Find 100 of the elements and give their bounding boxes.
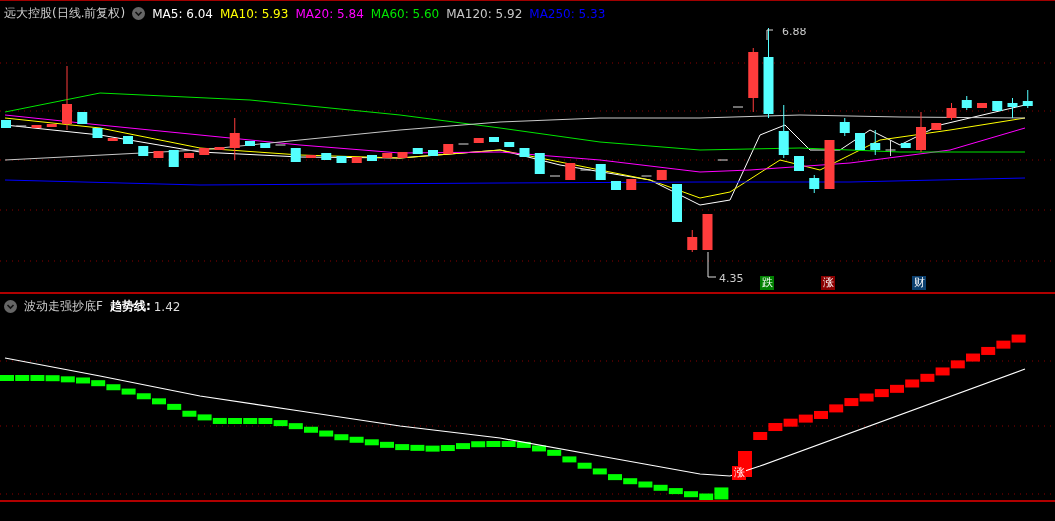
candlestick [504,142,515,147]
candlestick [107,138,118,141]
candlestick [885,139,896,157]
trend-bar [874,389,889,398]
candlestick [260,143,271,148]
trend-bar [768,423,783,432]
candlestick [534,153,545,174]
candlestick [748,47,759,113]
trend-bar [935,367,950,376]
candlestick [412,148,423,154]
candlestick [732,106,744,108]
candlestick [626,179,637,190]
candlestick [977,103,987,108]
indicator-value: MA250: 5.33 [529,6,606,21]
dropdown-icon[interactable] [132,7,146,20]
candlestick [489,137,499,142]
trend-bar [981,346,996,355]
candlestick [321,153,332,160]
candlestick [46,124,57,127]
candlestick [15,125,27,127]
candlestick [199,148,210,155]
candlestick [306,155,316,158]
candlestick [92,128,103,138]
candlestick [77,112,88,124]
trend-bar [920,373,935,382]
candlestick [245,141,255,146]
candlestick [992,101,1003,111]
trend-bar [859,393,874,402]
candlestick [351,157,362,163]
candlestick [290,148,301,162]
dropdown-icon[interactable] [4,300,17,313]
candlestick [961,95,972,111]
candlestick [336,156,347,163]
signal-tag: 涨 [821,276,835,290]
trend-bar [950,360,965,369]
candlestick [656,170,667,180]
candlestick [138,146,149,156]
candlestick [62,65,72,131]
candlestick [687,229,698,253]
trend-bar [890,384,904,393]
candlestick [794,156,804,171]
candlestick [1007,97,1018,119]
trend-bar [844,398,859,407]
candlestick [168,150,179,167]
candlestick [931,123,942,130]
indicator-value: MA60: 5.60 [370,6,440,21]
candlestick [870,129,881,156]
trend-line-label: 趋势线: [109,298,151,315]
indicator-value: MA5: 6.04 [152,6,213,21]
candlestick [580,169,591,171]
candlestick [367,155,377,161]
leader-line [766,29,774,41]
trend-bar [905,379,920,388]
leader-line [707,251,717,278]
trend-bar [966,353,980,362]
candlestick [458,143,469,145]
candlestick [778,104,789,159]
candlestick [900,143,911,148]
candlestick [428,150,438,156]
signal-tag: 涨 [732,466,746,480]
chart-title: 远大控股(日线.前复权) [4,5,126,22]
candlestick [153,151,164,158]
candlestick [275,144,286,146]
candlestick [214,147,225,150]
indicator-value: MA20: 5.84 [295,6,364,21]
candlestick [565,163,576,180]
candlestick [855,133,865,150]
candlestick [916,111,926,153]
trend-bar [783,418,798,427]
candlestick [519,148,530,157]
candlestick [946,102,957,121]
indicator-title: 波动走强抄底F [24,298,103,315]
candlestick [1,120,11,128]
candlestick [382,153,393,158]
candlestick [549,175,561,177]
candlestick [641,175,652,177]
trend-line-value: 1.42 [153,299,181,314]
candlestick [473,138,484,143]
indicator-value: MA120: 5.92 [446,6,523,21]
candlestick [702,214,713,250]
candlestick [229,117,240,161]
low-price-label: 4.35 [719,272,744,285]
candlestick [184,153,194,158]
candlestick [595,164,606,180]
candlestick [809,174,820,194]
candlestick [717,159,729,161]
candlestick [824,140,835,189]
trend-bar [814,410,828,419]
candlestick [31,125,42,128]
trend-bar [829,404,844,413]
candlestick [443,144,454,154]
signal-tag: 财 [912,276,926,290]
trend-bar [1011,334,1026,343]
trend-bar [798,414,813,423]
candlestick [611,181,621,190]
candlestick [839,117,850,137]
candlestick [397,152,408,158]
signal-tag: 跌 [760,276,774,290]
trend-bar [996,340,1011,349]
candlestick [672,184,682,222]
